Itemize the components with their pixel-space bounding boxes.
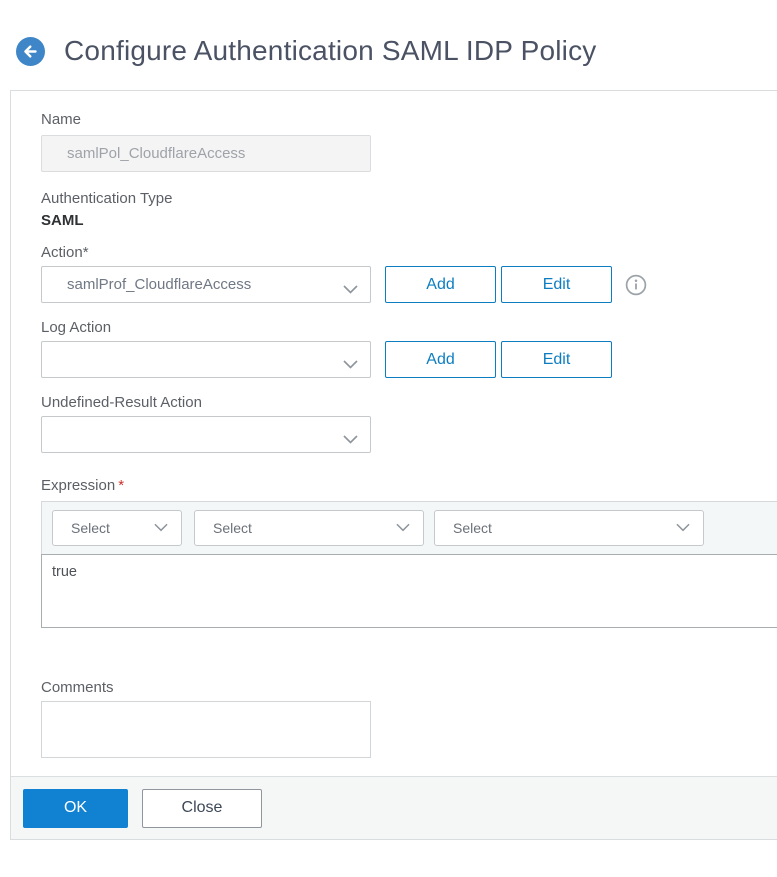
action-field: Action* samlProf_CloudflareAccess Add Ed…: [41, 244, 777, 303]
undefined-result-action-select[interactable]: [41, 416, 371, 453]
log-action-add-button[interactable]: Add: [385, 341, 496, 378]
configure-saml-idp-policy-dialog: Configure Authentication SAML IDP Policy…: [0, 0, 777, 877]
name-input[interactable]: [41, 135, 371, 172]
chevron-down-icon: [154, 519, 168, 537]
action-add-button[interactable]: Add: [385, 266, 496, 303]
page-title: Configure Authentication SAML IDP Policy: [64, 35, 597, 66]
log-action-label: Log Action: [41, 319, 112, 336]
action-select[interactable]: samlProf_CloudflareAccess: [41, 266, 371, 303]
authentication-type-value: SAML: [41, 212, 84, 229]
action-select-value: samlProf_CloudflareAccess: [67, 276, 252, 293]
dialog-header: Configure Authentication SAML IDP Policy: [0, 0, 777, 90]
info-icon[interactable]: [625, 274, 647, 296]
authentication-type-label: Authentication Type: [41, 190, 173, 207]
expression-select-2[interactable]: Select: [194, 510, 424, 546]
expression-label: Expression *: [41, 477, 125, 494]
expression-field: Expression * Select Select Select true: [41, 477, 777, 628]
comments-textarea[interactable]: [41, 701, 371, 758]
log-action-select[interactable]: [41, 341, 371, 378]
back-button[interactable]: [16, 36, 45, 69]
name-field: Name: [41, 111, 777, 172]
name-label: Name: [41, 111, 82, 128]
required-marker: *: [118, 477, 125, 494]
close-button[interactable]: Close: [142, 788, 262, 828]
expression-builder-toolbar: Select Select Select: [41, 501, 777, 555]
action-label: Action*: [41, 244, 89, 261]
comments-field: Comments: [41, 679, 777, 758]
chevron-down-icon: [343, 431, 358, 449]
undefined-result-action-label: Undefined-Result Action: [41, 394, 202, 411]
chevron-down-icon: [343, 356, 358, 374]
authentication-type-field: Authentication Type SAML: [41, 190, 777, 230]
expression-textarea[interactable]: true: [41, 554, 777, 628]
form-panel: Name Authentication Type SAML Action* sa…: [10, 90, 777, 840]
log-action-field: Log Action Add Edit: [41, 319, 777, 378]
expression-select-3[interactable]: Select: [434, 510, 704, 546]
arrow-left-icon: [16, 36, 45, 69]
dialog-footer: OK Close: [11, 776, 777, 839]
chevron-down-icon: [676, 519, 690, 537]
chevron-down-icon: [396, 519, 410, 537]
log-action-edit-button[interactable]: Edit: [501, 341, 612, 378]
comments-label: Comments: [41, 679, 114, 696]
expression-select-1[interactable]: Select: [52, 510, 182, 546]
ok-button[interactable]: OK: [23, 788, 128, 828]
chevron-down-icon: [343, 281, 358, 299]
action-edit-button[interactable]: Edit: [501, 266, 612, 303]
undefined-result-action-field: Undefined-Result Action: [41, 394, 777, 453]
